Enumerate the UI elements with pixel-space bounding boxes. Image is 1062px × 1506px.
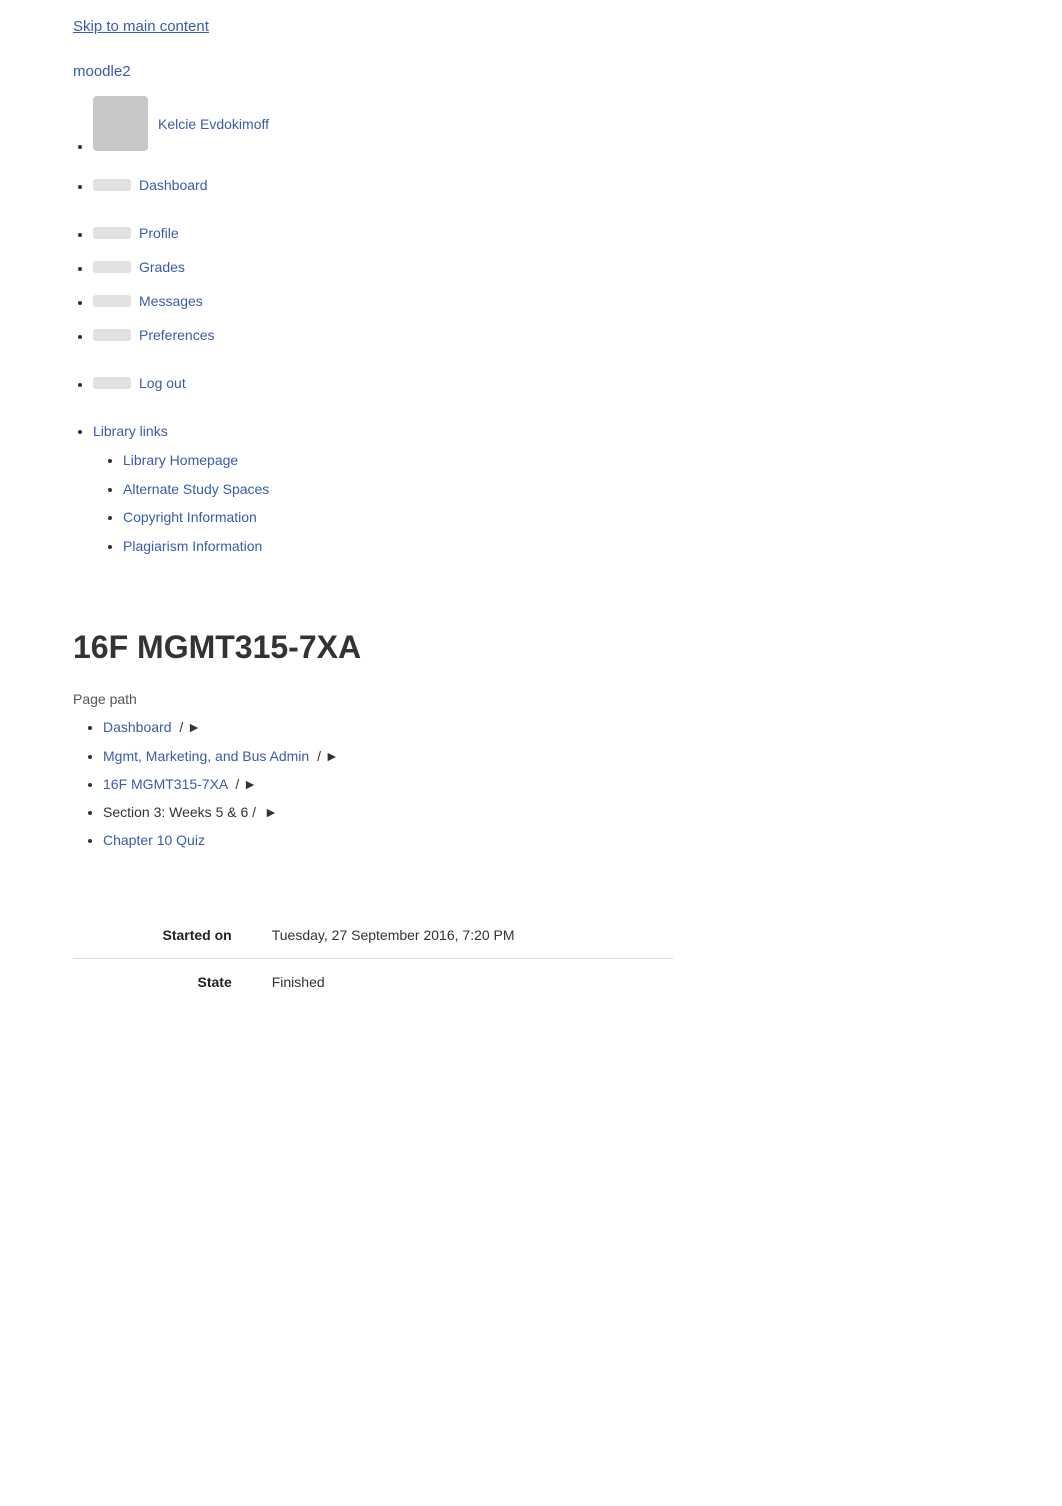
user-name-item: Kelcie Evdokimoff — [93, 96, 989, 151]
nav-spacer-5 — [93, 565, 989, 573]
nav-grades-link[interactable]: Grades — [139, 253, 185, 281]
state-label: State — [73, 960, 252, 1005]
user-name-link[interactable]: Kelcie Evdokimoff — [158, 110, 269, 138]
nav-logout-link[interactable]: Log out — [139, 369, 186, 397]
nav-library-item: Library links Library Homepage Alternate… — [93, 417, 989, 559]
breadcrumb-arrow-1: / ► — [179, 719, 201, 735]
breadcrumb-dashboard: Dashboard / ► — [103, 715, 989, 740]
alternate-study-item: Alternate Study Spaces — [123, 476, 989, 503]
started-on-value: Tuesday, 27 September 2016, 7:20 PM — [252, 913, 673, 959]
page-path-label: Page path — [73, 691, 989, 707]
nav-messages-link[interactable]: Messages — [139, 287, 203, 315]
nav-preferences-item: Preferences — [93, 321, 989, 349]
skip-to-main-link[interactable]: Skip to main content — [0, 0, 1062, 53]
started-on-row: Started on Tuesday, 27 September 2016, 7… — [73, 913, 673, 959]
copyright-link[interactable]: Copyright Information — [123, 509, 257, 525]
nav-preferences-link[interactable]: Preferences — [139, 321, 214, 349]
breadcrumb-arrow-2: / ► — [317, 748, 339, 764]
profile-icon-block — [93, 227, 131, 239]
nav-spacer-4 — [93, 403, 989, 411]
grades-icon-block — [93, 261, 131, 273]
plagiarism-item: Plagiarism Information — [123, 533, 989, 560]
alternate-study-link[interactable]: Alternate Study Spaces — [123, 481, 269, 497]
page-title: 16F MGMT315-7XA — [73, 629, 989, 666]
site-name-link[interactable]: moodle2 — [0, 53, 1062, 90]
breadcrumb-course-link[interactable]: 16F MGMT315-7XA — [103, 776, 231, 792]
preferences-icon-block — [93, 329, 131, 341]
nav-dashboard-item: Dashboard — [93, 171, 989, 199]
nav-spacer-1 — [93, 157, 989, 165]
breadcrumb-mgmt: Mgmt, Marketing, and Bus Admin / ► — [103, 744, 989, 769]
breadcrumb-list: Dashboard / ► Mgmt, Marketing, and Bus A… — [73, 715, 989, 853]
nav-dashboard-link[interactable]: Dashboard — [139, 171, 208, 199]
nav-profile-item: Profile — [93, 219, 989, 247]
plagiarism-link[interactable]: Plagiarism Information — [123, 538, 262, 554]
breadcrumb-quiz-link[interactable]: Chapter 10 Quiz — [103, 832, 205, 848]
quiz-info-table: Started on Tuesday, 27 September 2016, 7… — [73, 913, 673, 1005]
nav-profile-link[interactable]: Profile — [139, 219, 179, 247]
nav-messages-item: Messages — [93, 287, 989, 315]
breadcrumb-arrow-3: / ► — [235, 776, 257, 792]
nav-grades-item: Grades — [93, 253, 989, 281]
dashboard-icon-block — [93, 179, 131, 191]
library-homepage-item: Library Homepage — [123, 447, 989, 474]
breadcrumb-course: 16F MGMT315-7XA / ► — [103, 772, 989, 797]
logout-icon-block — [93, 377, 131, 389]
breadcrumb-quiz: Chapter 10 Quiz — [103, 828, 989, 853]
nav-library-link[interactable]: Library links — [93, 423, 168, 439]
library-homepage-link[interactable]: Library Homepage — [123, 452, 238, 468]
breadcrumb-section: Section 3: Weeks 5 & 6 / ► — [103, 800, 989, 825]
nav-logout-item: Log out — [93, 369, 989, 397]
breadcrumb-mgmt-link[interactable]: Mgmt, Marketing, and Bus Admin — [103, 748, 313, 764]
copyright-item: Copyright Information — [123, 504, 989, 531]
user-avatar — [93, 96, 148, 151]
breadcrumb-arrow-4: ► — [264, 804, 278, 820]
messages-icon-block — [93, 295, 131, 307]
library-sub-list: Library Homepage Alternate Study Spaces … — [93, 447, 989, 559]
nav-spacer-2 — [93, 205, 989, 213]
main-navigation: Kelcie Evdokimoff Dashboard Profile G — [0, 96, 1062, 573]
breadcrumb-dashboard-link[interactable]: Dashboard — [103, 719, 175, 735]
state-row: State Finished — [73, 960, 673, 1005]
nav-spacer-3 — [93, 355, 989, 363]
state-value: Finished — [252, 960, 673, 1005]
started-on-label: Started on — [73, 913, 252, 959]
main-content: 16F MGMT315-7XA Page path Dashboard / ► … — [0, 579, 1062, 1044]
